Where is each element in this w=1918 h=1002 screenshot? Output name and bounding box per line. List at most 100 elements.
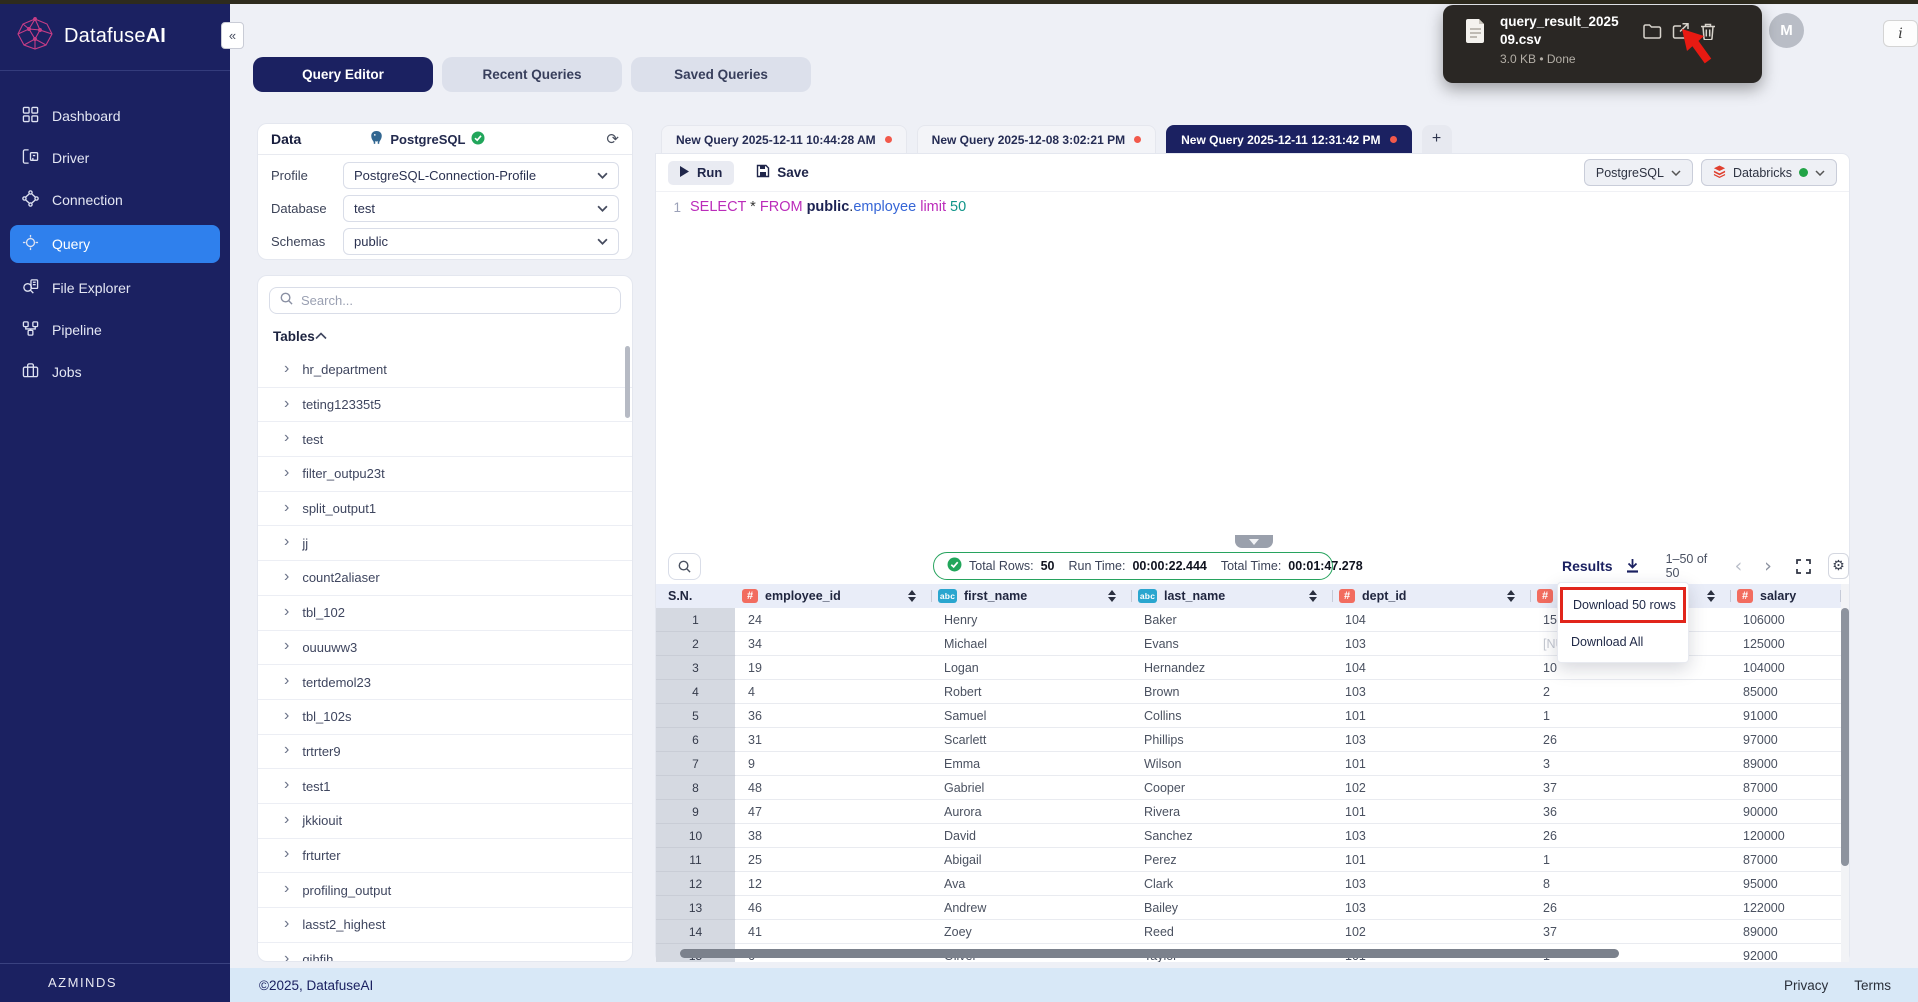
chevron-down-icon [597, 205, 608, 212]
query-tab[interactable]: New Query 2025-12-11 12:31:42 PM [1166, 125, 1412, 153]
database-select[interactable]: test [343, 195, 619, 222]
table-row[interactable]: 11 25 Abigail Perez 101 1 87000 [656, 848, 1841, 872]
table-item-ouuuww3[interactable]: › ouuuww3 [258, 631, 632, 666]
sidebar-item-query[interactable]: Query [10, 225, 220, 263]
footer-link-privacy[interactable]: Privacy [1784, 978, 1828, 993]
table-row[interactable]: 12 12 Ava Clark 103 8 95000 [656, 872, 1841, 896]
table-row[interactable]: 8 48 Gabriel Cooper 102 37 87000 [656, 776, 1841, 800]
tab-query-editor[interactable]: Query Editor [253, 57, 433, 92]
sql-editor[interactable]: 1 SELECT * FROM public.employee limit 50 [656, 192, 1849, 215]
table-item-tbl_102[interactable]: › tbl_102 [258, 596, 632, 631]
table-item-split_output1[interactable]: › split_output1 [258, 492, 632, 527]
table-vertical-scrollbar[interactable] [1841, 608, 1849, 866]
table-item-gjhfjh[interactable]: › gjhfjh [258, 943, 632, 961]
refresh-icon[interactable]: ⟳ [606, 132, 619, 147]
results-search-button[interactable] [668, 553, 701, 580]
tab-recent-queries[interactable]: Recent Queries [442, 57, 622, 92]
save-button[interactable]: Save [756, 164, 809, 181]
table-cell: 103 [1333, 728, 1531, 752]
chevron-right-icon: › [284, 394, 290, 412]
table-item-lasst2_highest[interactable]: › lasst2_highest [258, 908, 632, 943]
table-row[interactable]: 13 46 Andrew Bailey 103 26 122000 [656, 896, 1841, 920]
table-cell: Brown [1132, 680, 1333, 704]
table-item-frturter[interactable]: › frturter [258, 839, 632, 874]
sort-icon[interactable] [1507, 590, 1515, 602]
table-row[interactable]: 9 47 Aurora Rivera 101 36 90000 [656, 800, 1841, 824]
table-item-count2aliaser[interactable]: › count2aliaser [258, 561, 632, 596]
table-row[interactable]: 5 36 Samuel Collins 101 1 91000 [656, 704, 1841, 728]
table-cell: 102 [1333, 920, 1531, 944]
tables-search[interactable] [269, 287, 621, 314]
download-menu-item-all[interactable]: Download All [1558, 626, 1688, 658]
table-row[interactable]: 4 4 Robert Brown 103 2 85000 [656, 680, 1841, 704]
type-badge-number: # [742, 589, 758, 603]
profile-select[interactable]: PostgreSQL-Connection-Profile [343, 162, 619, 189]
table-cell: 38 [736, 824, 932, 848]
download-results-icon[interactable] [1625, 558, 1640, 574]
table-item-filter_outpu23t[interactable]: › filter_outpu23t [258, 457, 632, 492]
table-item-teting12335t5[interactable]: › teting12335t5 [258, 388, 632, 423]
table-item-hr_department[interactable]: › hr_department [258, 353, 632, 388]
query-tab[interactable]: New Query 2025-12-11 10:44:28 AM [661, 125, 907, 153]
table-name: split_output1 [302, 501, 377, 517]
table-item-jkkiouit[interactable]: › jkkiouit [258, 804, 632, 839]
table-item-tbl_102s[interactable]: › tbl_102s [258, 700, 632, 735]
table-item-trtrter9[interactable]: › trtrter9 [258, 735, 632, 770]
fullscreen-icon[interactable] [1796, 558, 1811, 574]
schemas-select[interactable]: public [343, 228, 619, 255]
sidebar-divider [0, 70, 230, 71]
pane-splitter-handle[interactable] [1235, 535, 1273, 548]
column-header-sn: S.N. [668, 589, 693, 603]
footer-link-terms[interactable]: Terms [1854, 978, 1891, 993]
tab-saved-queries[interactable]: Saved Queries [631, 57, 811, 92]
chevron-right-icon: › [284, 498, 290, 516]
engine-select-databricks[interactable]: Databricks [1700, 159, 1837, 186]
table-item-profiling_output[interactable]: › profiling_output [258, 873, 632, 908]
table-item-test[interactable]: › test [258, 422, 632, 458]
sidebar-item-dashboard[interactable]: Dashboard [0, 95, 230, 137]
table-cell: 36 [1531, 800, 1731, 824]
settings-gear-button[interactable]: ⚙ [1827, 553, 1849, 579]
row-number-cell: 7 [656, 752, 736, 776]
sort-icon[interactable] [908, 590, 916, 602]
query-tab[interactable]: New Query 2025-12-08 3:02:21 PM [916, 125, 1157, 153]
table-name: tertdemol23 [302, 674, 371, 690]
table-cell: Cooper [1132, 776, 1333, 800]
download-menu-item-rows[interactable]: Download 50 rows [1560, 587, 1686, 623]
sort-icon[interactable] [1707, 590, 1715, 602]
table-row[interactable]: 14 41 Zoey Reed 102 37 89000 [656, 920, 1841, 944]
tables-scrollbar[interactable] [625, 346, 630, 418]
user-avatar[interactable]: M [1769, 13, 1804, 48]
table-row[interactable]: 10 38 David Sanchez 103 26 120000 [656, 824, 1841, 848]
run-button[interactable]: Run [668, 160, 735, 185]
row-number-cell: 2 [656, 632, 736, 656]
sidebar-item-pipeline[interactable]: Pipeline [0, 309, 230, 351]
engine-select-postgresql[interactable]: PostgreSQL [1583, 159, 1693, 186]
table-item-tertdemol23[interactable]: › tertdemol23 [258, 665, 632, 700]
search-input[interactable] [301, 293, 610, 308]
column-header-salary[interactable]: # salary [1731, 584, 1841, 608]
collapse-tables-icon[interactable] [315, 327, 327, 345]
column-header-employee_id[interactable]: # employee_id [736, 584, 932, 608]
sidebar-item-jobs[interactable]: Jobs [0, 351, 230, 393]
table-item-test1[interactable]: › test1 [258, 769, 632, 804]
column-header-dept_id[interactable]: # dept_id [1333, 584, 1531, 608]
table-row[interactable]: 6 31 Scarlett Phillips 103 26 97000 [656, 728, 1841, 752]
sort-icon[interactable] [1309, 590, 1317, 602]
info-button[interactable]: i [1883, 20, 1918, 47]
column-header-last_name[interactable]: abc last_name [1132, 584, 1333, 608]
sidebar-item-driver[interactable]: Driver [0, 137, 230, 179]
table-row[interactable]: 7 9 Emma Wilson 101 3 89000 [656, 752, 1841, 776]
new-query-tab-button[interactable]: + [1421, 125, 1452, 153]
table-horizontal-scrollbar[interactable] [680, 949, 1619, 958]
column-header-first_name[interactable]: abc first_name [932, 584, 1132, 608]
sidebar-item-connection[interactable]: Connection [0, 179, 230, 221]
table-item-jj[interactable]: › jj [258, 526, 632, 562]
open-folder-icon[interactable] [1643, 23, 1662, 40]
chevron-right-icon: › [284, 637, 290, 655]
next-page-icon[interactable]: › [1764, 556, 1772, 576]
sidebar-collapse-button[interactable]: « [221, 22, 244, 49]
prev-page-icon[interactable]: ‹ [1735, 556, 1743, 576]
sort-icon[interactable] [1108, 590, 1116, 602]
sidebar-item-file-explorer[interactable]: File Explorer [0, 267, 230, 309]
